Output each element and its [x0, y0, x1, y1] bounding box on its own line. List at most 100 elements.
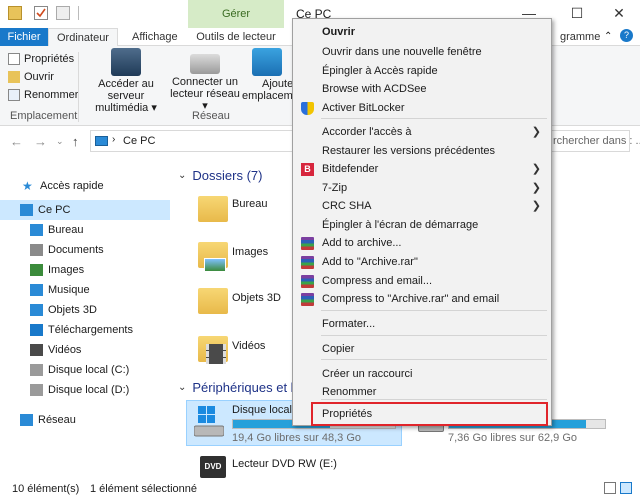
- add-location-label-1: Ajoute: [262, 78, 294, 90]
- context-menu-item[interactable]: Ouvrir dans une nouvelle fenêtre: [293, 43, 551, 61]
- dvd-drive-icon: DVD: [200, 456, 226, 478]
- context-menu-label: Add to archive...: [322, 237, 402, 249]
- open-ribbon-button[interactable]: Ouvrir: [8, 68, 54, 86]
- search-placeholder: rchercher dans : ...: [553, 135, 640, 147]
- context-menu-item[interactable]: B Bitdefender ❯: [293, 160, 551, 178]
- context-menu-item[interactable]: Compress to "Archive.rar" and email: [293, 290, 551, 308]
- rename-ribbon-label: Renommer: [24, 89, 79, 101]
- folders-section-header[interactable]: ⌄ Dossiers (7): [178, 168, 262, 183]
- sidebar-item[interactable]: Musique: [30, 280, 90, 300]
- context-menu-item[interactable]: Accorder l'accès à ❯: [293, 123, 551, 141]
- ribbon-separator: [78, 52, 79, 122]
- tab-file[interactable]: Fichier: [0, 28, 48, 46]
- sidebar-item[interactable]: Bureau: [30, 220, 83, 240]
- recent-dropdown-icon[interactable]: ⌄: [56, 136, 64, 147]
- sidebar-item[interactable]: ★ Accès rapide: [22, 176, 104, 196]
- rename-ribbon-button[interactable]: Renommer: [8, 86, 78, 104]
- context-menu-item[interactable]: 7-Zip ❯: [293, 179, 551, 197]
- context-menu-item[interactable]: Épingler à Accès rapide: [293, 62, 551, 80]
- close-button[interactable]: ✕: [598, 0, 640, 28]
- context-menu-item[interactable]: Add to "Archive.rar": [293, 253, 551, 271]
- new-folder-quick-icon[interactable]: [56, 6, 70, 20]
- collapse-chevron-icon: ⌄: [178, 382, 187, 393]
- folder-icon[interactable]: [198, 196, 228, 222]
- sidebar-item[interactable]: Ce PC: [20, 200, 70, 220]
- help-icon[interactable]: ?: [620, 29, 633, 42]
- context-menu-item[interactable]: Créer un raccourci: [293, 365, 551, 383]
- context-menu-item[interactable]: Compress and email...: [293, 272, 551, 290]
- properties-ribbon-button[interactable]: Propriétés: [8, 50, 74, 68]
- tab-view[interactable]: Affichage: [124, 28, 186, 46]
- menu-separator: [321, 310, 547, 311]
- tab-computer[interactable]: Ordinateur: [48, 28, 118, 46]
- up-arrow-icon[interactable]: ↑: [72, 134, 79, 149]
- forward-arrow-icon[interactable]: →: [34, 134, 47, 149]
- context-menu-item[interactable]: Épingler à l'écran de démarrage: [293, 216, 551, 234]
- computer-icon: [20, 204, 33, 216]
- drive-label[interactable]: Disque local (: [232, 404, 299, 416]
- folder-label[interactable]: Images: [232, 246, 268, 258]
- sidebar-item[interactable]: Documents: [30, 240, 104, 260]
- submenu-arrow-icon: ❯: [531, 163, 541, 175]
- map-drive-label-1: Connecter un: [171, 76, 239, 88]
- videos-overlay-icon: [206, 344, 226, 364]
- address-input[interactable]: › Ce PC: [90, 130, 300, 152]
- network-drive-icon: [190, 54, 220, 74]
- sidebar-item[interactable]: Vidéos: [30, 340, 81, 360]
- details-view-icon[interactable]: [604, 482, 616, 494]
- context-menu-label: Compress to "Archive.rar" and email: [322, 293, 500, 305]
- navigation-pane: ★ Accès rapide Ce PC Bureau Documents Images M…: [0, 158, 170, 478]
- context-menu-label: Activer BitLocker: [322, 102, 405, 114]
- tab-drive-tools[interactable]: Outils de lecteur: [188, 28, 284, 46]
- menu-separator: [321, 335, 547, 336]
- context-menu-label: 7-Zip: [322, 182, 348, 194]
- ribbon-collapse-icon[interactable]: ⌃: [604, 31, 612, 42]
- context-menu-item[interactable]: Renommer: [293, 383, 551, 401]
- tiles-view-icon[interactable]: [620, 482, 632, 494]
- context-menu-item[interactable]: Add to archive...: [293, 234, 551, 252]
- media-server-button[interactable]: Accéder au serveur multimédia ▾: [84, 48, 168, 114]
- sidebar-item[interactable]: Images: [30, 260, 84, 280]
- sidebar-item-label: Documents: [48, 244, 104, 256]
- media-server-label-1: Accéder au serveur: [98, 78, 154, 102]
- media-server-icon: [111, 48, 141, 76]
- drive-label[interactable]: Lecteur DVD RW (E:): [232, 458, 337, 470]
- map-drive-label-2: lecteur réseau ▾: [170, 88, 240, 112]
- add-network-location-button[interactable]: Ajoute emplacem: [242, 48, 294, 102]
- folder-icon[interactable]: [198, 288, 228, 314]
- context-menu-label: Restaurer les versions précédentes: [322, 145, 496, 157]
- properties-quick-icon[interactable]: [34, 6, 48, 20]
- search-input[interactable]: rchercher dans : ...: [548, 130, 640, 152]
- group-location-label: Emplacement: [10, 110, 78, 122]
- tab-partial-right[interactable]: gramme: [552, 28, 608, 46]
- open-ribbon-label: Ouvrir: [24, 71, 54, 83]
- sidebar-item[interactable]: Téléchargements: [30, 320, 133, 340]
- back-arrow-icon[interactable]: ←: [10, 134, 23, 149]
- context-menu-item[interactable]: CRC SHA ❯: [293, 197, 551, 215]
- devices-section-header[interactable]: ⌄ Périphériques et le: [178, 380, 301, 395]
- sidebar-item[interactable]: Disque local (D:): [30, 380, 129, 400]
- breadcrumb[interactable]: Ce PC: [123, 135, 155, 147]
- context-menu-item[interactable]: Activer BitLocker: [293, 99, 551, 117]
- breadcrumb-chevron-icon: ›: [112, 134, 116, 145]
- sidebar-item-label: Objets 3D: [48, 304, 97, 316]
- context-menu-label: Épingler à Accès rapide: [322, 65, 438, 77]
- folder-label[interactable]: Vidéos: [232, 340, 265, 352]
- folder-label[interactable]: Objets 3D: [232, 292, 281, 304]
- sidebar-item[interactable]: Objets 3D: [30, 300, 97, 320]
- context-menu-item[interactable]: Restaurer les versions précédentes: [293, 142, 551, 160]
- manage-tab[interactable]: Gérer: [188, 0, 284, 28]
- context-menu-item[interactable]: Copier: [293, 340, 551, 358]
- maximize-button[interactable]: ☐: [556, 0, 598, 28]
- context-menu-item[interactable]: Formater...: [293, 315, 551, 333]
- folders-header-label: Dossiers (7): [192, 168, 263, 183]
- context-menu-item[interactable]: Ouvrir: [293, 23, 551, 41]
- sidebar-item[interactable]: Réseau: [20, 410, 76, 430]
- folder-label[interactable]: Bureau: [232, 198, 267, 210]
- context-menu-label: Formater...: [322, 318, 376, 330]
- windows-drive-icon: [193, 406, 225, 438]
- context-menu-item[interactable]: Browse with ACDSee: [293, 80, 551, 98]
- documents-icon: [30, 244, 43, 256]
- sidebar-item[interactable]: Disque local (C:): [30, 360, 129, 380]
- map-network-drive-button[interactable]: Connecter un lecteur réseau ▾: [170, 48, 240, 112]
